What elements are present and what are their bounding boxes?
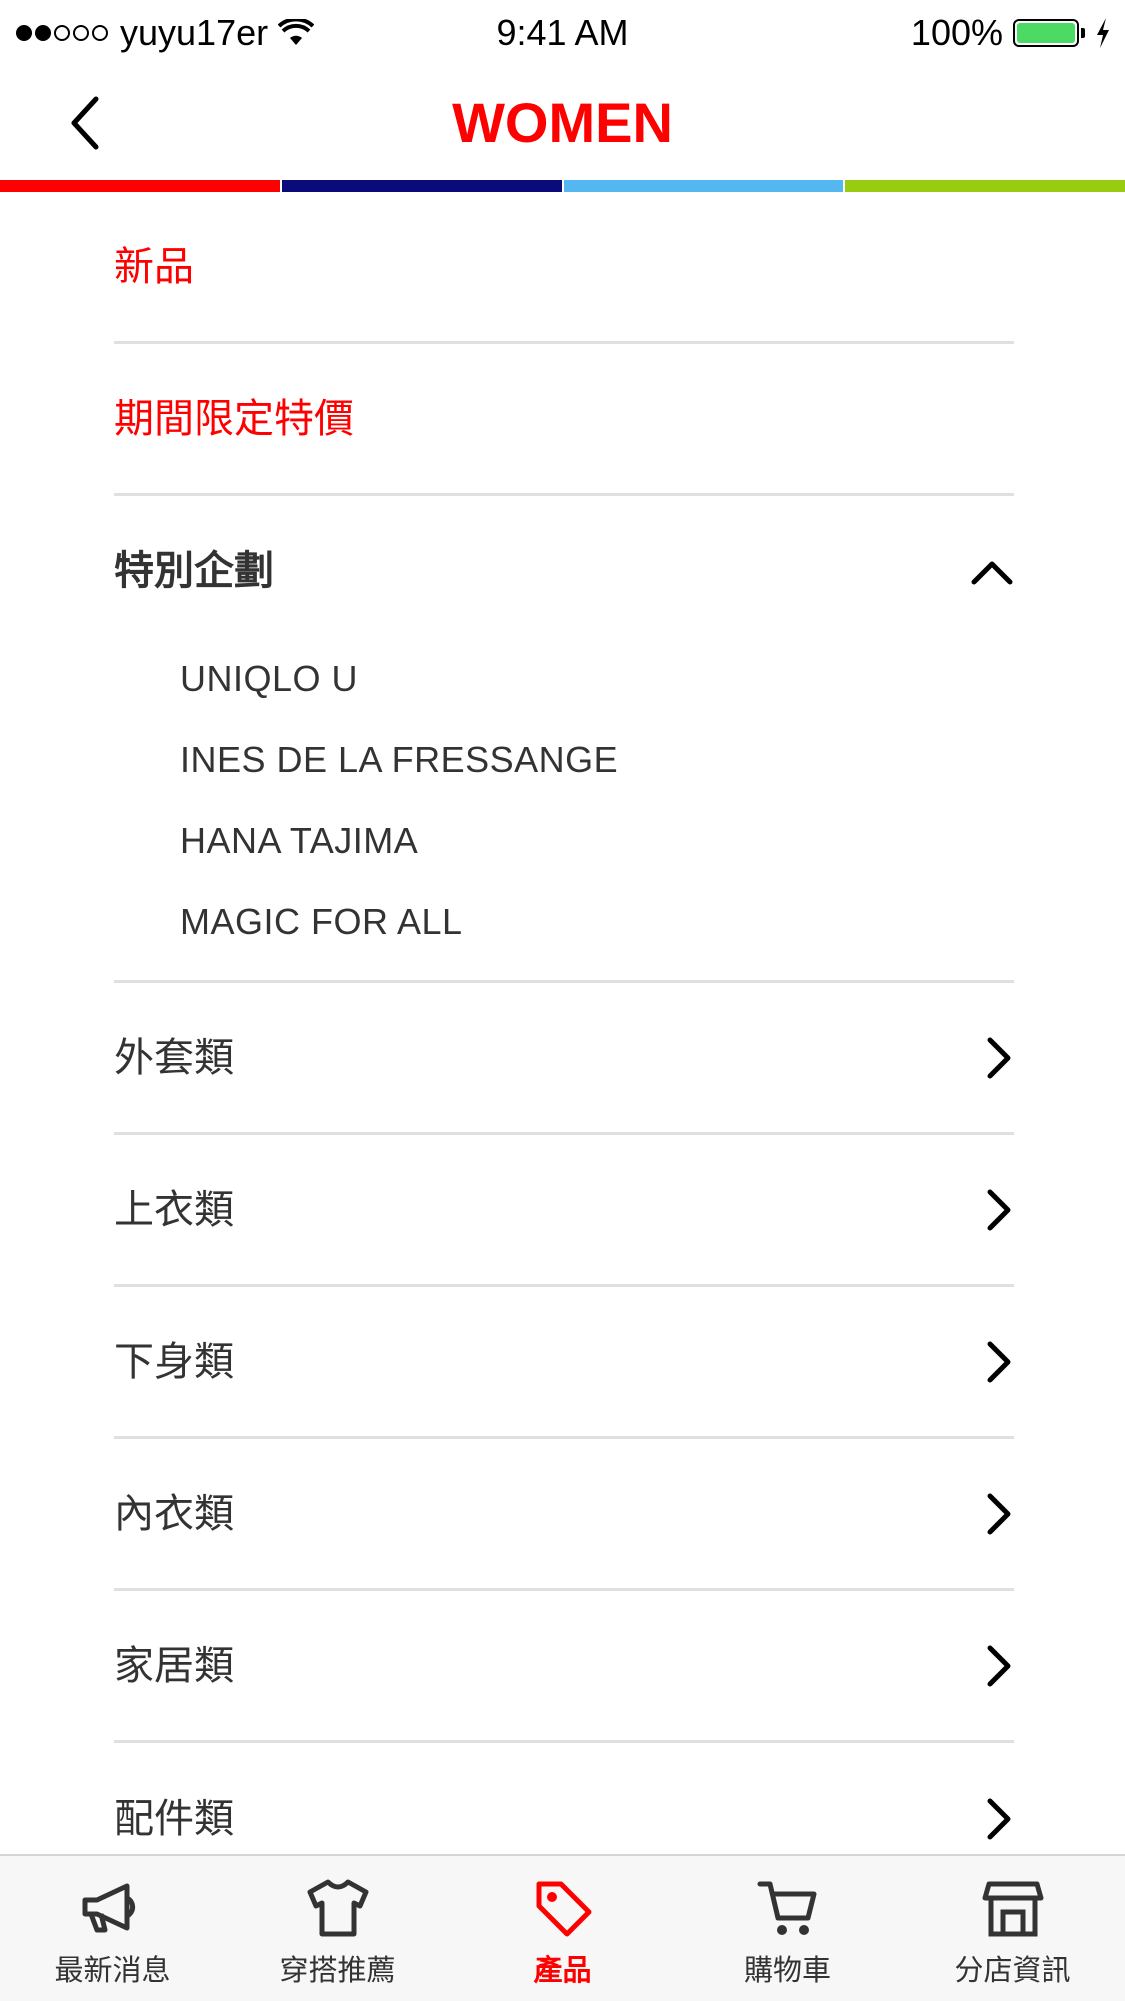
battery-percent: 100% <box>910 12 1003 53</box>
chevron-right-icon <box>958 1638 1014 1694</box>
menu-item-label: 配件類 <box>114 1796 234 1842</box>
menu-item-new[interactable]: 新品 <box>114 192 1014 344</box>
tab-products[interactable]: 產品 <box>450 1856 675 2001</box>
sub-item-magic-for-all[interactable]: MAGIC FOR ALL <box>180 881 1014 962</box>
special-sub-list: UNIQLO U INES DE LA FRESSANGE HANA TAJIM… <box>114 638 1014 962</box>
sub-item-hana-tajima[interactable]: HANA TAJIMA <box>180 800 1014 881</box>
tab-label: 穿搭推薦 <box>279 1953 396 1987</box>
chevron-right-icon <box>958 1030 1014 1086</box>
menu-item-label: 期間限定特價 <box>114 395 354 442</box>
strip-segment-green <box>845 180 1125 192</box>
menu-item-limited-offer[interactable]: 期間限定特價 <box>114 344 1014 496</box>
brand-color-strip <box>0 180 1125 192</box>
menu-item-label: 內衣類 <box>114 1490 234 1537</box>
tshirt-icon <box>307 1879 368 1937</box>
tab-label: 購物車 <box>743 1953 831 1987</box>
tab-bar: 最新消息 穿搭推薦 產品 購物車 分店資訊 <box>0 1854 1125 2001</box>
tag-icon <box>536 1881 591 1937</box>
chevron-right-icon <box>958 1334 1014 1390</box>
tab-cart[interactable]: 購物車 <box>675 1856 900 2001</box>
tab-label: 分店資訊 <box>954 1953 1071 1987</box>
menu-item-label: 新品 <box>114 243 194 290</box>
store-icon <box>982 1881 1043 1937</box>
charging-bolt-icon <box>1097 18 1109 48</box>
menu-item-bottoms[interactable]: 下身類 <box>114 1287 1014 1439</box>
menu-item-innerwear[interactable]: 內衣類 <box>114 1439 1014 1591</box>
chevron-right-icon <box>958 1791 1014 1847</box>
chevron-up-icon <box>958 543 1014 599</box>
nav-bar: WOMEN <box>0 66 1125 180</box>
menu-item-label: 家居類 <box>114 1642 234 1689</box>
strip-segment-navy <box>281 180 562 192</box>
menu-item-tops[interactable]: 上衣類 <box>114 1135 1014 1287</box>
status-right: 100% <box>911 12 1111 54</box>
chevron-right-icon <box>958 1182 1014 1238</box>
strip-segment-red <box>0 180 280 192</box>
menu-item-label: 外套類 <box>114 1034 234 1081</box>
page-title: WOMEN <box>452 91 673 154</box>
menu-item-label: 上衣類 <box>114 1186 234 1233</box>
chevron-right-icon <box>958 1486 1014 1542</box>
tab-stores[interactable]: 分店資訊 <box>900 1856 1125 2001</box>
sub-item-ines-de-la-fressange[interactable]: INES DE LA FRESSANGE <box>180 719 1014 800</box>
menu-item-outerwear[interactable]: 外套類 <box>114 983 1014 1135</box>
menu-item-loungewear[interactable]: 家居類 <box>114 1591 1014 1743</box>
menu-group-label: 特別企劃 <box>114 548 274 594</box>
megaphone-icon <box>82 1883 135 1933</box>
menu-group-special-header[interactable]: 特別企劃 <box>114 496 1014 646</box>
menu-item-label: 下身類 <box>114 1338 234 1385</box>
tab-label: 最新消息 <box>54 1953 171 1987</box>
strip-segment-blue <box>563 180 844 192</box>
menu-group-special: 特別企劃 UNIQLO U INES DE LA FRESSANGE HANA … <box>114 496 1014 983</box>
tab-news[interactable]: 最新消息 <box>0 1856 225 2001</box>
category-menu: 新品 期間限定特價 特別企劃 UNIQLO U INES DE LA FRESS… <box>114 192 1014 1895</box>
battery-icon <box>1013 19 1079 47</box>
cart-icon <box>757 1881 816 1935</box>
tab-label: 產品 <box>533 1953 592 1987</box>
battery-nub <box>1081 28 1085 38</box>
tab-outfits[interactable]: 穿搭推薦 <box>225 1856 450 2001</box>
sub-item-uniqlo-u[interactable]: UNIQLO U <box>180 638 1014 719</box>
status-bar: yuyu17er 9:41 AM 100% <box>0 0 1125 66</box>
